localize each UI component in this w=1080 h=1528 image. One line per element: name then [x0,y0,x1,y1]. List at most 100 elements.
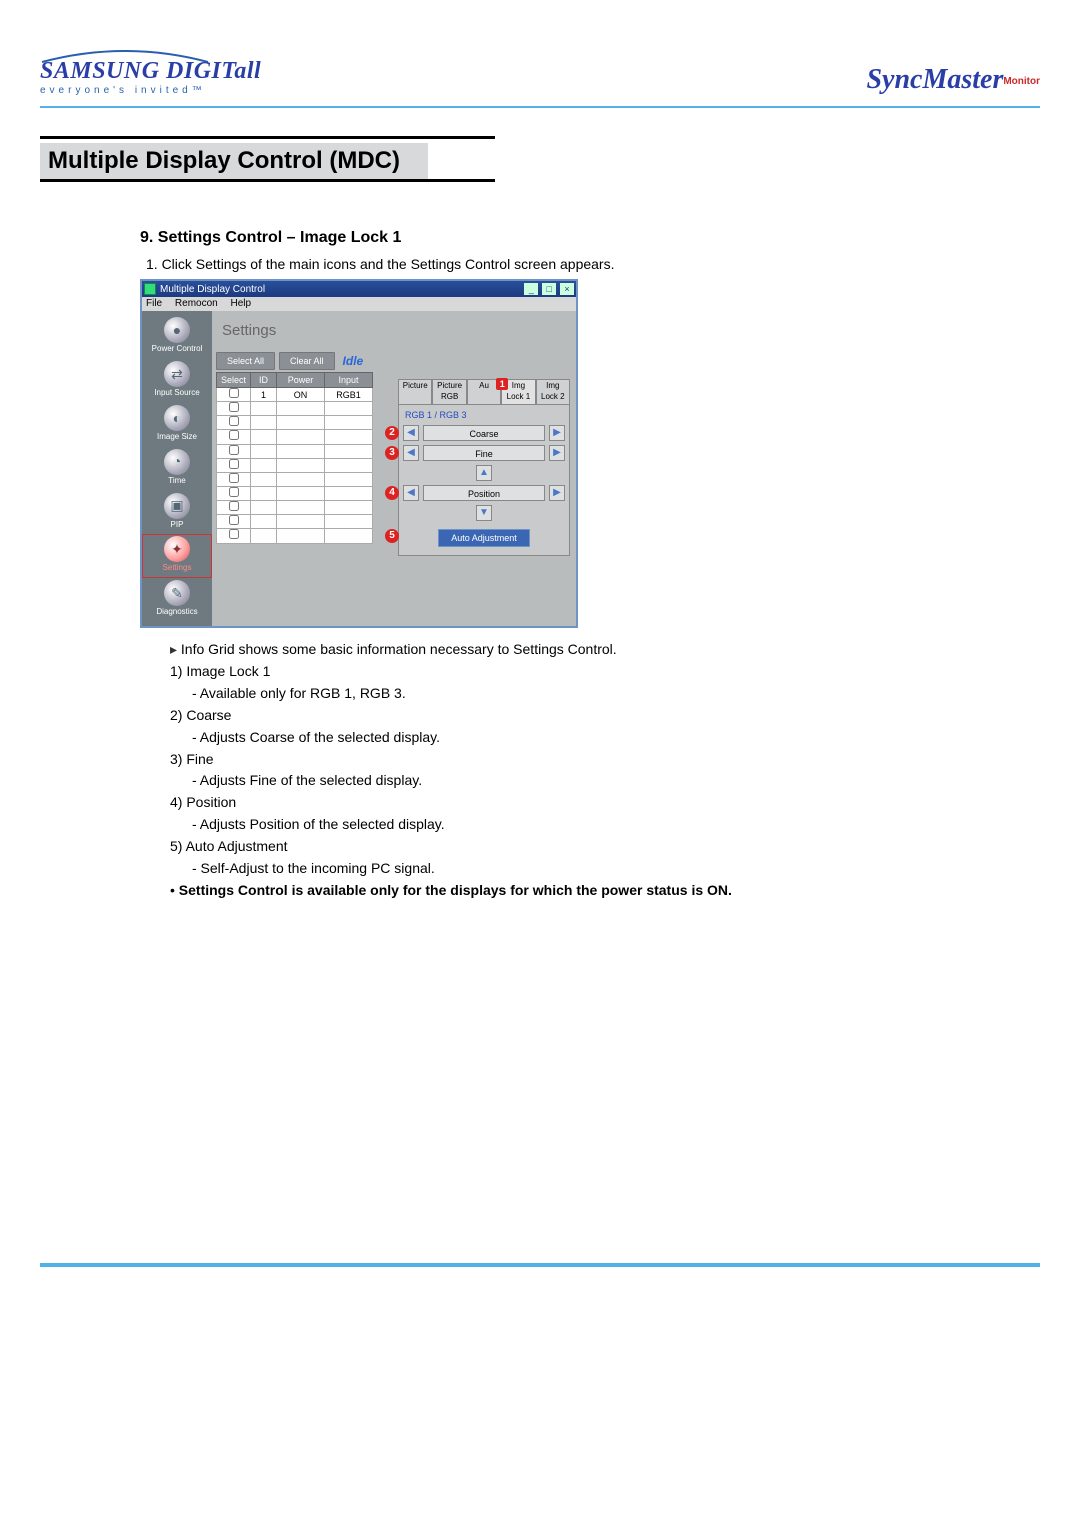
maximize-icon[interactable]: □ [542,283,556,295]
minimize-icon[interactable]: _ [524,283,538,295]
position-label: Position [423,485,545,501]
fine-right-button[interactable]: ▶ [549,445,565,461]
img-lock-panel: RGB 1 / RGB 3 2 ◀ Coarse ▶ 3 ◀ Fine [398,405,570,556]
table-row[interactable] [217,430,373,444]
pip-icon: ▣ [164,493,190,519]
callout-4: 4 [385,486,399,500]
table-row[interactable] [217,515,373,529]
section-heading: 9. Settings Control – Image Lock 1 [140,227,1020,249]
cell-id: 1 [251,388,277,402]
settings-tabs: Picture Picture RGB Au 1 Img Lock 1 Img … [398,379,570,556]
note-5-title: 5) Auto Adjustment [170,837,1020,856]
page-title: Multiple Display Control (MDC) [40,143,428,179]
note-4-title: 4) Position [170,793,1020,812]
position-down-button[interactable]: ▼ [476,505,492,521]
table-row[interactable]: 1 ON RGB1 [217,388,373,402]
table-row[interactable] [217,487,373,501]
sidebar-item-image-size[interactable]: ◐Image Size [142,403,212,447]
select-all-button[interactable]: Select All [216,352,275,370]
row-checkbox[interactable] [229,416,239,426]
table-row[interactable] [217,458,373,472]
row-checkbox[interactable] [229,487,239,497]
tab-picture[interactable]: Picture [398,379,432,405]
position-right-button[interactable]: ▶ [549,485,565,501]
note-4-body: - Adjusts Position of the selected displ… [192,815,1020,834]
tab-img-lock-2[interactable]: Img Lock 2 [536,379,570,405]
page-header: SAMSUNG DIGITall everyone's invited™ Syn… [40,48,1040,96]
sidebar-item-diagnostics[interactable]: ✎Diagnostics [142,578,212,622]
callout-3: 3 [385,446,399,460]
coarse-label: Coarse [423,425,545,441]
cell-input: RGB1 [325,388,373,402]
sidebar-item-label: Time [168,476,185,487]
step-1-text: 1. Click Settings of the main icons and … [146,255,1020,274]
app-icon [144,283,156,295]
settings-icon: ✦ [164,536,190,562]
tab-picture-rgb[interactable]: Picture RGB [432,379,466,405]
mdc-app-window: Multiple Display Control _ □ × File Remo… [140,279,578,628]
tab-img-lock-1-label: Img Lock 1 [507,381,531,401]
note-bullet-text: Settings Control is available only for t… [179,882,732,898]
note-5-body: - Self-Adjust to the incoming PC signal. [192,859,1020,878]
app-titlebar: Multiple Display Control _ □ × [142,281,576,297]
row-checkbox[interactable] [229,501,239,511]
note-3-title: 3) Fine [170,750,1020,769]
row-checkbox[interactable] [229,388,239,398]
table-row[interactable] [217,501,373,515]
row-checkbox[interactable] [229,430,239,440]
fine-left-button[interactable]: ◀ [403,445,419,461]
time-icon: ◔ [164,449,190,475]
note-bullet: Settings Control is available only for t… [170,881,1020,900]
syncmaster-logo: SyncMasterMonitor [866,64,1040,96]
table-row[interactable] [217,402,373,416]
app-title: Multiple Display Control [160,283,523,297]
row-checkbox[interactable] [229,402,239,412]
table-row[interactable] [217,472,373,486]
brand-text: SAMSUNG DIGITall [40,58,261,84]
row-checkbox[interactable] [229,515,239,525]
product-name: SyncMaster [866,64,1003,95]
idle-status: Idle [343,353,364,369]
note-lead: Info Grid shows some basic information n… [170,640,1020,659]
menu-help[interactable]: Help [231,298,252,309]
title-block: Multiple Display Control (MDC) [40,136,1040,182]
position-left-button[interactable]: ◀ [403,485,419,501]
note-2-body: - Adjusts Coarse of the selected display… [192,728,1020,747]
table-row[interactable] [217,529,373,543]
coarse-right-button[interactable]: ▶ [549,425,565,441]
position-up-button[interactable]: ▲ [476,465,492,481]
sidebar-item-pip[interactable]: ▣PIP [142,491,212,535]
sidebar-item-label: Input Source [154,388,199,399]
sidebar-item-label: Settings [163,563,192,574]
footer-rule [40,1263,1040,1267]
clear-all-button[interactable]: Clear All [279,352,335,370]
fine-label: Fine [423,445,545,461]
auto-adjustment-button[interactable]: Auto Adjustment [438,529,530,547]
info-grid: Select ID Power Input 1 ON RGB1 [216,372,373,544]
note-1-body: - Available only for RGB 1, RGB 3. [192,684,1020,703]
note-1-title: 1) Image Lock 1 [170,662,1020,681]
col-input: Input [325,372,373,387]
input-source-icon: ⇄ [164,361,190,387]
table-row[interactable] [217,444,373,458]
sidebar-item-label: Power Control [152,344,203,355]
sidebar-item-settings[interactable]: ✦Settings [142,534,212,578]
row-checkbox[interactable] [229,459,239,469]
col-select: Select [217,372,251,387]
notes: Info Grid shows some basic information n… [140,640,1020,900]
coarse-left-button[interactable]: ◀ [403,425,419,441]
menu-remocon[interactable]: Remocon [175,298,218,309]
sidebar-item-power-control[interactable]: ●Power Control [142,315,212,359]
tab-img-lock-1[interactable]: 1 Img Lock 1 [501,379,535,405]
menu-file[interactable]: File [146,298,162,309]
close-icon[interactable]: × [560,283,574,295]
sidebar-item-input-source[interactable]: ⇄Input Source [142,359,212,403]
row-checkbox[interactable] [229,445,239,455]
table-row[interactable] [217,416,373,430]
sidebar-item-label: Image Size [157,432,197,443]
row-checkbox[interactable] [229,473,239,483]
row-checkbox[interactable] [229,529,239,539]
image-size-icon: ◐ [164,405,190,431]
sidebar-item-time[interactable]: ◔Time [142,447,212,491]
title-top-rule [40,136,495,139]
